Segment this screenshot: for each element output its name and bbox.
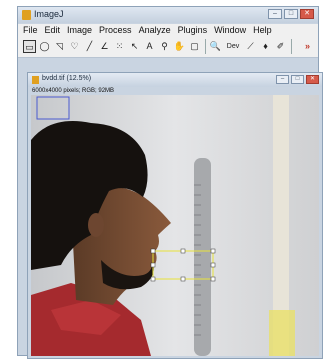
menu-edit[interactable]: Edit — [45, 24, 61, 37]
selection-handle[interactable] — [210, 276, 216, 282]
image-minimize-button[interactable]: – — [276, 75, 289, 84]
image-file-icon — [32, 76, 39, 84]
menu-plugins[interactable]: Plugins — [178, 24, 208, 37]
title-bar[interactable]: ImageJ – □ ✕ — [18, 7, 318, 23]
ear — [88, 213, 104, 237]
menu-file[interactable]: File — [23, 24, 38, 37]
menu-image[interactable]: Image — [67, 24, 92, 37]
rectangle-tool-icon[interactable]: ▭ — [23, 40, 36, 53]
polygon-tool-icon[interactable]: ◹ — [53, 40, 66, 53]
hand-tool-icon[interactable]: ✋ — [173, 40, 186, 53]
toolbar-separator — [205, 39, 206, 54]
image-window: bvdd.tif (12.5%) – □ ✕ 6000x4000 pixels;… — [27, 72, 323, 359]
close-button[interactable]: ✕ — [300, 9, 314, 19]
freehand-tool-icon[interactable]: ♡ — [68, 40, 81, 53]
tape — [269, 310, 295, 356]
selection-handle[interactable] — [210, 262, 216, 268]
brush-tool-icon[interactable]: ♦ — [259, 40, 272, 53]
developer-menu-icon[interactable]: Dev — [224, 40, 242, 53]
photo-canvas — [31, 95, 319, 356]
window-title: ImageJ — [34, 9, 64, 19]
selection-handle[interactable] — [150, 248, 156, 254]
imagej-app-icon — [22, 10, 31, 20]
menu-help[interactable]: Help — [253, 24, 272, 37]
image-info: 6000x4000 pixels; RGB; 92MB — [32, 88, 115, 94]
line-tool-icon[interactable]: ╱ — [83, 40, 96, 53]
flood-fill-tool-icon[interactable]: ✐ — [274, 40, 287, 53]
text-tool-icon[interactable]: A — [143, 40, 156, 53]
color-picker-tool-icon[interactable]: ▢ — [188, 40, 201, 53]
imagej-main-window: ImageJ – □ ✕ File Edit Image Process Ana… — [17, 6, 323, 359]
menu-process[interactable]: Process — [99, 24, 132, 37]
image-close-button[interactable]: ✕ — [306, 75, 319, 84]
magnifier-tool-icon[interactable]: ⚲ — [158, 40, 171, 53]
zoom-tool-icon[interactable]: 🔍 — [209, 40, 222, 53]
oval-tool-icon[interactable]: ◯ — [38, 40, 51, 53]
image-canvas[interactable] — [31, 95, 319, 356]
selection-handle[interactable] — [210, 248, 216, 254]
minimize-button[interactable]: – — [268, 9, 282, 19]
maximize-button[interactable]: □ — [284, 9, 298, 19]
tool-bar: ▭ ◯ ◹ ♡ ╱ ∠ ⁙ ↖ A ⚲ ✋ ▢ 🔍 Dev ⟋ ♦ ✐ » — [18, 37, 318, 58]
more-tools-icon[interactable]: » — [301, 40, 314, 53]
menu-bar: File Edit Image Process Analyze Plugins … — [18, 24, 318, 37]
image-title: bvdd.tif (12.5%) — [42, 75, 92, 82]
toolbar-separator — [291, 39, 292, 54]
point-tool-icon[interactable]: ⁙ — [113, 40, 126, 53]
angle-tool-icon[interactable]: ∠ — [98, 40, 111, 53]
image-title-bar[interactable]: bvdd.tif (12.5%) – □ ✕ — [28, 73, 322, 87]
selection-handle[interactable] — [150, 276, 156, 282]
menu-analyze[interactable]: Analyze — [139, 24, 171, 37]
image-maximize-button[interactable]: □ — [291, 75, 304, 84]
selection-handle[interactable] — [150, 262, 156, 268]
ruler — [194, 158, 211, 356]
menu-window[interactable]: Window — [214, 24, 246, 37]
wand-tool-icon[interactable]: ↖ — [128, 40, 141, 53]
selection-handle[interactable] — [180, 276, 186, 282]
selection-handle[interactable] — [180, 248, 186, 254]
stacks-menu-icon[interactable]: ⟋ — [244, 40, 257, 53]
